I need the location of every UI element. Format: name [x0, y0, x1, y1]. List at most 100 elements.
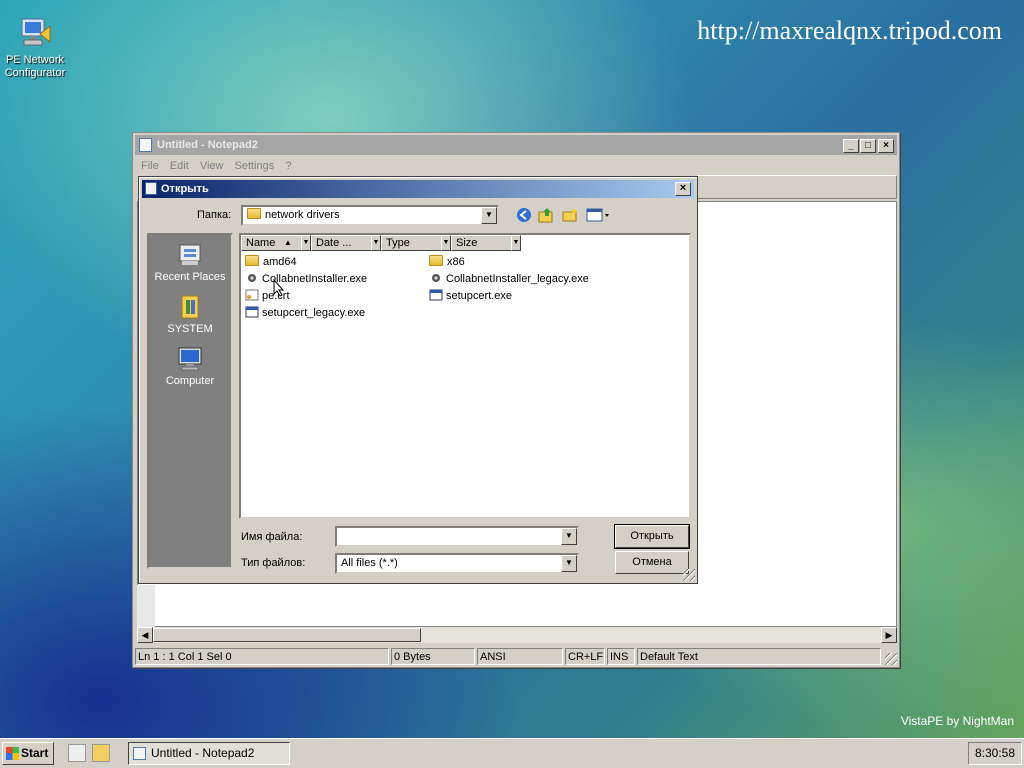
quicklaunch-notepad-icon[interactable] — [68, 744, 86, 762]
app-icon — [245, 306, 259, 318]
up-folder-button[interactable] — [537, 207, 555, 225]
new-folder-button[interactable] — [561, 207, 579, 225]
exe-icon — [429, 272, 443, 284]
chevron-down-icon[interactable]: ▼ — [441, 235, 451, 251]
maximize-button[interactable]: □ — [860, 139, 876, 153]
scrollbar-thumb[interactable] — [153, 628, 421, 642]
statusbar: Ln 1 : 1 Col 1 Sel 0 0 Bytes ANSI CR+LF … — [135, 647, 897, 665]
start-button[interactable]: Start — [2, 742, 54, 765]
brand-watermark: VistaPE by NightMan — [900, 714, 1014, 728]
filename-input[interactable]: ▼ — [335, 526, 579, 547]
filetype-label: Тип файлов: — [241, 557, 306, 569]
file-item[interactable]: setupcert.exe — [429, 289, 512, 303]
menu-settings[interactable]: Settings — [235, 160, 275, 172]
menu-view[interactable]: View — [200, 160, 224, 172]
dialog-close-button[interactable]: × — [675, 182, 691, 196]
column-label: Name — [246, 237, 276, 249]
status-size: 0 Bytes — [391, 648, 475, 665]
windows-logo-icon — [6, 747, 19, 760]
chevron-down-icon[interactable]: ▼ — [301, 235, 311, 251]
notepad-icon — [139, 138, 152, 152]
file-item[interactable]: CollabnetInstaller_legacy.exe — [429, 272, 589, 286]
dialog-title: Открыть — [161, 183, 209, 195]
mouse-cursor-icon — [273, 278, 285, 300]
file-name: x86 — [447, 256, 465, 268]
menu-file[interactable]: File — [141, 160, 159, 172]
open-button[interactable]: Открыть — [614, 524, 690, 549]
chevron-down-icon[interactable]: ▼ — [371, 235, 381, 251]
file-item[interactable]: setupcert_legacy.exe — [245, 306, 365, 320]
chevron-down-icon[interactable]: ▼ — [561, 555, 577, 572]
column-date[interactable]: Date ... ▼ — [311, 235, 381, 251]
url-watermark: http://maxrealqnx.tripod.com — [697, 16, 1002, 45]
cancel-button[interactable]: Отмена — [615, 551, 689, 574]
resize-grip[interactable] — [885, 653, 897, 665]
taskbar-button-notepad[interactable]: Untitled - Notepad2 — [128, 742, 290, 765]
file-name: setupcert_legacy.exe — [262, 307, 366, 319]
dialog-icon — [145, 182, 157, 195]
back-button[interactable] — [515, 207, 533, 225]
look-in-dropdown[interactable]: network drivers ▼ — [241, 205, 499, 226]
notepad-toolbar — [697, 175, 897, 199]
file-item[interactable]: x86 — [429, 255, 465, 269]
notepad-icon — [133, 747, 146, 760]
place-label: SYSTEM — [167, 323, 213, 335]
file-list[interactable]: Name ▲ ▼ Date ... ▼ Type ▼ Size ▼ amd64 … — [239, 233, 691, 519]
computer-icon — [176, 345, 204, 373]
look-in-value: network drivers — [265, 209, 340, 221]
column-name[interactable]: Name ▲ ▼ — [241, 235, 311, 251]
taskbar: Start Untitled - Notepad2 8:30:58 — [0, 738, 1024, 768]
notepad-title: Untitled - Notepad2 — [157, 139, 258, 151]
system-folder-icon — [176, 293, 204, 321]
column-size[interactable]: Size ▼ — [451, 235, 521, 251]
notepad-menubar: File Edit View Settings ? — [141, 157, 299, 175]
scroll-right-icon[interactable]: ▶ — [881, 627, 897, 643]
status-ins: INS — [607, 648, 635, 665]
look-in-label: Папка: — [197, 209, 232, 221]
exe-icon — [245, 272, 259, 284]
menu-edit[interactable]: Edit — [170, 160, 189, 172]
menu-help[interactable]: ? — [285, 160, 291, 172]
column-type[interactable]: Type ▼ — [381, 235, 451, 251]
file-name: CollabnetInstaller_legacy.exe — [446, 273, 589, 285]
place-label: Recent Places — [154, 271, 226, 283]
status-encoding: ANSI — [477, 648, 563, 665]
dialog-titlebar[interactable]: Открыть × — [142, 180, 694, 198]
horizontal-scrollbar[interactable]: ◀ ▶ — [137, 627, 897, 643]
notepad-titlebar[interactable]: Untitled - Notepad2 _ □ × — [135, 135, 897, 155]
start-label: Start — [21, 746, 49, 760]
folder-icon — [429, 255, 443, 266]
sort-ascending-icon: ▲ — [284, 238, 292, 247]
status-scheme: Default Text — [637, 648, 881, 665]
view-menu-button[interactable] — [585, 207, 611, 225]
column-label: Size — [456, 237, 478, 249]
file-item[interactable]: CollabnetInstaller.exe — [245, 272, 367, 286]
system-clock: 8:30:58 — [968, 742, 1022, 765]
network-configurator-icon — [18, 16, 52, 50]
file-name: amd64 — [263, 256, 297, 268]
status-line-endings: CR+LF — [565, 648, 605, 665]
file-name: setupcert.exe — [446, 290, 513, 302]
place-recent-places[interactable]: Recent Places — [149, 241, 231, 283]
dialog-resize-grip[interactable] — [683, 569, 695, 581]
desktop-icon-label: PE Network Configurator — [4, 54, 66, 79]
recent-places-icon — [176, 241, 204, 269]
place-label: Computer — [165, 375, 215, 387]
chevron-down-icon[interactable]: ▼ — [561, 528, 577, 545]
status-position: Ln 1 : 1 Col 1 Sel 0 — [135, 648, 389, 665]
place-system[interactable]: SYSTEM — [149, 293, 231, 335]
place-computer[interactable]: Computer — [149, 345, 231, 387]
folder-icon — [247, 208, 261, 219]
minimize-button[interactable]: _ — [843, 139, 859, 153]
filename-label: Имя файла: — [241, 531, 303, 543]
close-button[interactable]: × — [878, 139, 894, 153]
filetype-dropdown[interactable]: All files (*.*) ▼ — [335, 553, 579, 574]
column-label: Date ... — [316, 237, 352, 249]
chevron-down-icon[interactable]: ▼ — [481, 207, 497, 224]
file-item[interactable]: amd64 — [245, 255, 297, 269]
filetype-value: All files (*.*) — [341, 557, 398, 569]
quicklaunch-explorer-icon[interactable] — [92, 744, 110, 762]
desktop-icon-pe-network-configurator[interactable]: PE Network Configurator — [2, 16, 68, 80]
scroll-left-icon[interactable]: ◀ — [137, 627, 153, 643]
chevron-down-icon[interactable]: ▼ — [511, 235, 521, 251]
